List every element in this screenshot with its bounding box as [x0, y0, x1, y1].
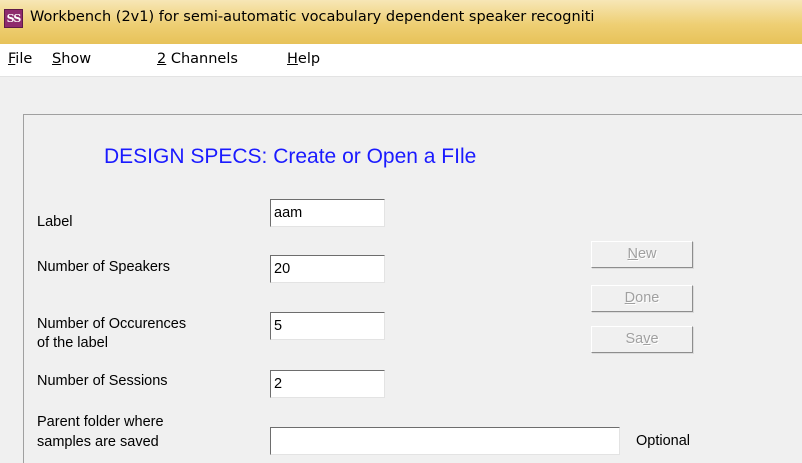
- app-window: SS Workbench (2v1) for semi-automatic vo…: [0, 0, 802, 463]
- optional-note: Optional: [636, 433, 691, 449]
- save-button[interactable]: Save: [591, 326, 693, 353]
- folder-field-label-line2: samples are saved: [37, 434, 159, 450]
- menu-show[interactable]: Show: [52, 51, 91, 67]
- menu-bar: File Show 2 Channels Help: [0, 44, 802, 77]
- label-field-label: Label: [37, 214, 73, 230]
- speakers-field-label: Number of Speakers: [37, 259, 170, 275]
- done-button[interactable]: Done: [591, 285, 693, 312]
- occurences-field-label-line1: Number of Occurences: [37, 316, 187, 332]
- menu-help[interactable]: Help: [287, 51, 320, 67]
- label-input[interactable]: aam: [270, 199, 385, 227]
- number-of-sessions-input[interactable]: 2: [270, 370, 385, 398]
- page-title: DESIGN SPECS: Create or Open a FIle: [104, 145, 477, 168]
- new-button[interactable]: New: [591, 241, 693, 268]
- sessions-field-label: Number of Sessions: [37, 373, 168, 389]
- number-of-speakers-input[interactable]: 20: [270, 255, 385, 283]
- window-title: Workbench (2v1) for semi-automatic vocab…: [30, 9, 595, 25]
- title-bar[interactable]: SS Workbench (2v1) for semi-automatic vo…: [0, 0, 802, 45]
- app-icon: SS: [4, 9, 23, 28]
- number-of-occurences-input[interactable]: 5: [270, 312, 385, 340]
- occurences-field-label-line2: of the label: [37, 335, 108, 351]
- folder-field-label-line1: Parent folder where: [37, 414, 164, 430]
- menu-file[interactable]: File: [8, 51, 32, 67]
- parent-folder-input[interactable]: [270, 427, 620, 455]
- menu-2-channels[interactable]: 2 Channels: [157, 51, 238, 67]
